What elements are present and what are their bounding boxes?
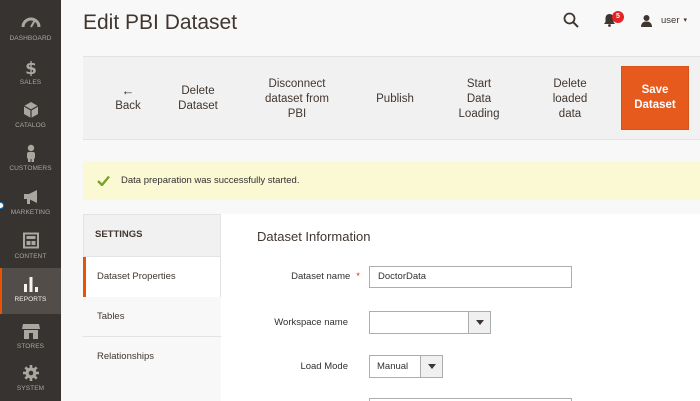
user-icon: [640, 14, 653, 27]
dashboard-icon: [21, 14, 41, 32]
disconnect-dataset-button[interactable]: Disconnect dataset from PBI: [253, 57, 341, 141]
chevron-down-icon: ▾: [683, 17, 687, 24]
required-marker: *: [356, 271, 360, 282]
notification-count-badge: 5: [612, 11, 624, 23]
nav-system-label: SYSTEM: [16, 385, 45, 392]
nav-catalog-label: CATALOG: [15, 122, 46, 129]
bar-chart-icon: [21, 275, 41, 293]
nav-catalog[interactable]: CATALOG: [0, 101, 61, 135]
nav-content[interactable]: CONTENT: [0, 232, 61, 266]
nav-customers[interactable]: CUSTOMERS: [0, 144, 61, 178]
chevron-down-icon: [420, 356, 442, 377]
nav-content-label: CONTENT: [14, 253, 47, 260]
nav-dashboard[interactable]: DASHBOARD: [0, 14, 61, 48]
arrow-left-icon: ←: [121, 83, 135, 98]
section-title: Dataset Information: [257, 229, 371, 244]
delete-loaded-data-button[interactable]: Delete loaded data: [535, 57, 605, 141]
nav-reports-label: REPORTS: [14, 296, 47, 303]
nav-dashboard-label: DASHBOARD: [9, 35, 52, 42]
admin-sidebar: DASHBOARD $ SALES CATALOG CUSTOMERS MARK…: [0, 0, 61, 401]
nav-customers-label: CUSTOMERS: [9, 165, 52, 172]
person-icon: [21, 144, 41, 162]
start-data-loading-button[interactable]: Start Data Loading: [445, 57, 513, 141]
action-toolbar: ← Back Delete Dataset Disconnect dataset…: [83, 56, 700, 140]
delete-dataset-button[interactable]: Delete Dataset: [169, 57, 227, 141]
checkmark-icon: [97, 175, 110, 187]
gear-icon: [21, 364, 41, 382]
dataset-name-label: Dataset name *: [291, 271, 360, 282]
dataset-form: Dataset Information: [221, 214, 700, 401]
nav-marketing-label: MARKETING: [10, 209, 51, 216]
success-message-text: Data preparation was successfully starte…: [121, 175, 300, 186]
nav-stores-label: STORES: [16, 343, 45, 350]
nav-stores[interactable]: STORES: [0, 322, 61, 356]
load-mode-label: Load Mode: [300, 361, 348, 372]
tab-tables[interactable]: Tables: [83, 297, 221, 337]
workspace-name-select[interactable]: [369, 311, 491, 334]
user-menu[interactable]: user ▾: [640, 12, 700, 28]
dataset-name-field[interactable]: DoctorData: [369, 266, 572, 288]
back-button[interactable]: ← Back: [107, 57, 149, 141]
layout-icon: [21, 232, 41, 250]
user-name: user: [661, 14, 680, 26]
search-icon[interactable]: [563, 12, 579, 28]
success-message: Data preparation was successfully starte…: [83, 161, 700, 200]
tab-dataset-properties[interactable]: Dataset Properties: [83, 257, 221, 297]
svg-text:$: $: [25, 59, 37, 76]
save-dataset-button[interactable]: Save Dataset: [621, 66, 689, 130]
store-icon: [21, 322, 41, 340]
page-title: Edit PBI Dataset: [83, 11, 238, 34]
settings-tabs: SETTINGS Dataset Properties Tables Relat…: [83, 214, 221, 401]
cube-icon: [21, 101, 41, 119]
load-mode-select[interactable]: Manual: [369, 355, 443, 378]
nav-sales[interactable]: $ SALES: [0, 58, 61, 92]
nav-reports[interactable]: REPORTS: [0, 268, 61, 314]
nav-system[interactable]: SYSTEM: [0, 364, 61, 398]
workspace-name-label: Workspace name: [274, 317, 348, 328]
settings-heading: SETTINGS: [83, 214, 221, 257]
chevron-down-icon: [468, 312, 490, 333]
megaphone-icon: [21, 188, 41, 206]
nav-sales-label: SALES: [19, 79, 42, 86]
nav-marketing[interactable]: MARKETING: [0, 188, 61, 222]
tab-relationships[interactable]: Relationships: [83, 337, 221, 377]
dollar-icon: $: [21, 58, 41, 79]
publish-button[interactable]: Publish: [366, 57, 424, 141]
